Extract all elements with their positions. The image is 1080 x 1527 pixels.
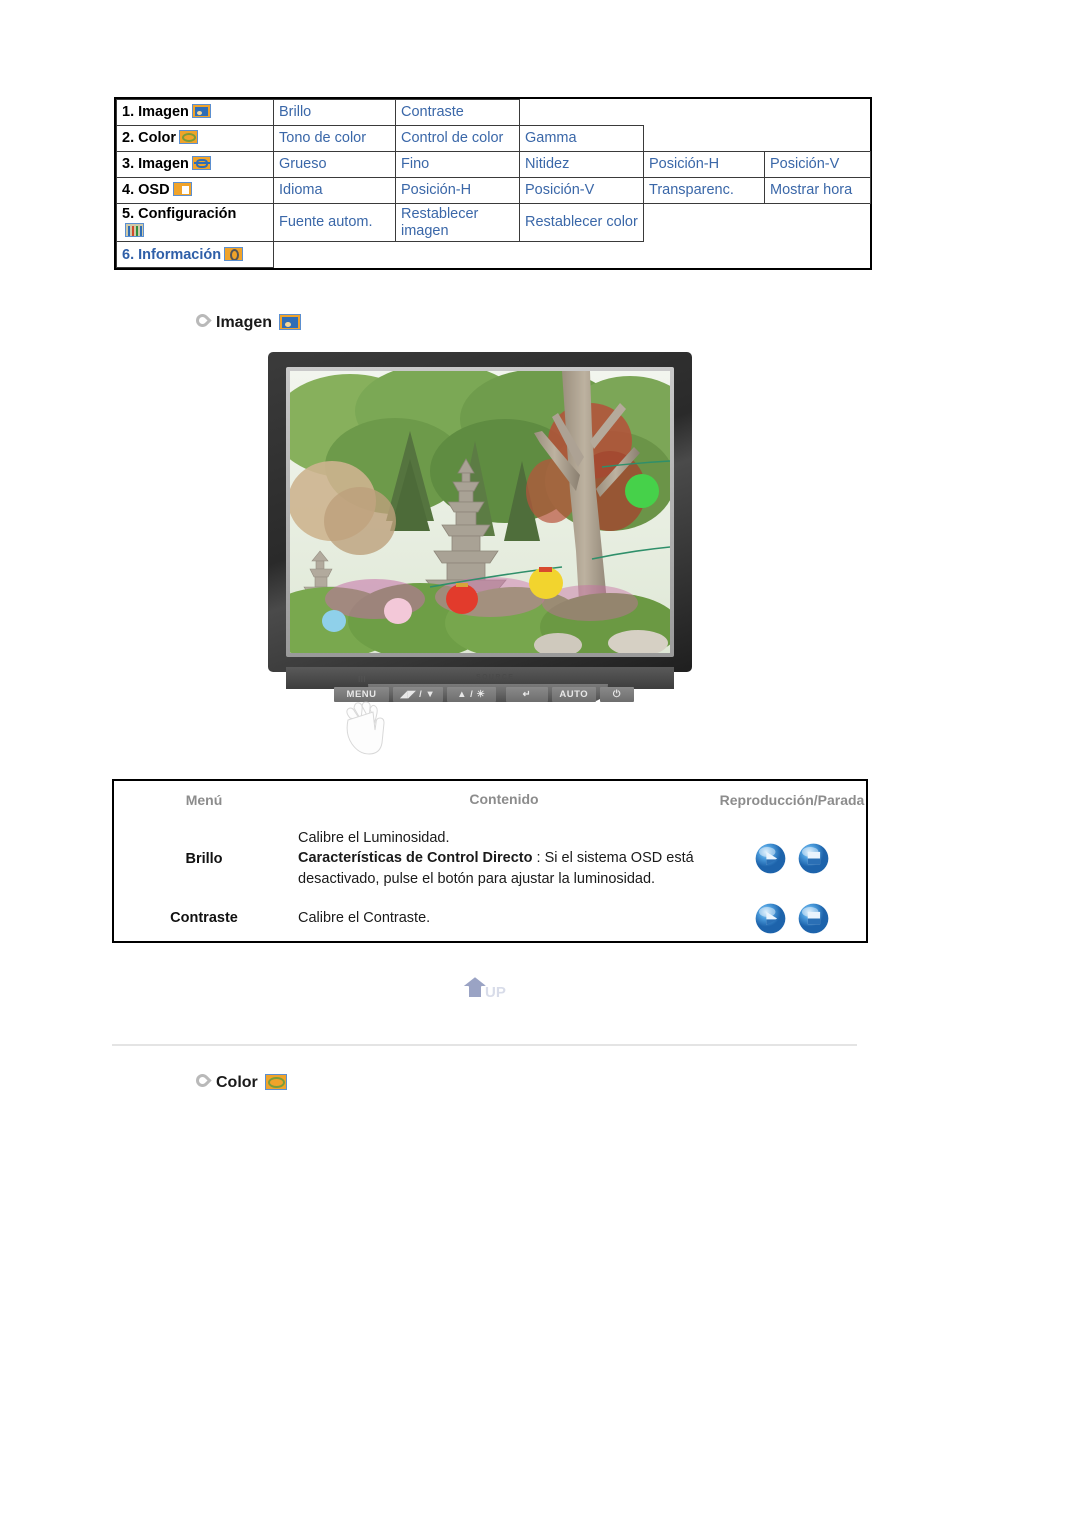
down-button[interactable]: ◢◤ / ▼ [393,686,443,702]
menu-item-idioma[interactable]: Idioma [273,177,396,204]
menu-item-tono-de-color[interactable]: Tono de color [273,125,396,152]
menu-item-posicion-h[interactable]: Posición-H [643,151,765,178]
up-button-label: UP [485,984,506,1001]
up-brightness-button[interactable]: ▲ / ☀ [446,686,496,702]
menu-item-osd-posicion-h[interactable]: Posición-H [395,177,520,204]
empty-cell [520,100,871,126]
menu-tick-marks: III [358,675,367,684]
source-label: SOURCE [476,674,515,681]
menu-label-imagen-3[interactable]: 3. Imagen [116,151,274,178]
content-line-1: Calibre el Contraste. [298,909,431,926]
table-row: Contraste Calibre el Contraste. [114,896,870,941]
osd-icon [172,182,192,197]
menu-label-imagen-1[interactable]: 1. Imagen [116,99,274,126]
menu-detail-table: Menú Contenido Reproducción/Parada Brill… [112,779,868,943]
osd-menu-map-table: 1. Imagen Brillo Contraste 2. Color Tono… [114,97,872,271]
stop-button-icon[interactable] [797,902,830,935]
section-heading-color: Color [193,1071,287,1092]
stop-button-icon[interactable] [797,842,830,875]
source-enter-button[interactable]: ↵ [505,686,548,702]
menu-item-fino[interactable]: Fino [395,151,520,178]
table-row: 5. Configuración Fuente autom. Restablec… [116,202,871,243]
empty-cell [644,126,871,152]
up-arrow-icon: UP [460,975,507,1002]
play-button-icon[interactable] [754,842,787,875]
image-adjust-icon [191,156,211,171]
diamond-bullet-icon [193,311,212,330]
empty-cell [644,204,871,242]
menu-label-text: 2. Color [122,130,176,147]
menu-label-osd[interactable]: 4. OSD [116,177,274,204]
menu-item-grueso[interactable]: Grueso [273,151,396,178]
picture-icon [279,314,302,330]
table-row: 1. Imagen Brillo Contraste [116,99,871,126]
auto-button[interactable]: AUTO [551,686,596,702]
menu-item-nitidez[interactable]: Nitidez [519,151,644,178]
menu-item-contraste[interactable]: Contraste [395,99,520,126]
menu-item-restablecer-color[interactable]: Restablecer color [519,202,644,243]
column-header-reproduccion-parada: Reproducción/Parada [719,791,865,808]
settings-icon [125,222,144,237]
menu-item-transparencia[interactable]: Transparenc. [643,177,765,204]
menu-item-restablecer-imagen[interactable]: Restablecer imagen [395,202,520,243]
table-row: 4. OSD Idioma Posición-H Posición-V Tran… [116,177,871,204]
monitor-screen-image [290,371,670,653]
diamond-bullet-icon [193,1071,212,1090]
menu-label-text: 6. Información [122,246,222,263]
menu-label-configuracion[interactable]: 5. Configuración [116,202,274,243]
menu-item-gamma[interactable]: Gamma [519,125,644,152]
manual-page: 1. Imagen Brillo Contraste 2. Color Tono… [0,0,1080,1527]
up-button[interactable]: UP [457,972,519,1004]
menu-label-text: 3. Imagen [122,156,189,173]
row-buttons-contraste [714,896,870,941]
section-heading-imagen: Imagen [193,311,302,332]
column-header-menu: Menú [185,791,223,808]
color-wheel-icon [178,130,198,145]
menu-label-text: 4. OSD [122,182,170,199]
menu-label-text: 5. Configuración [122,206,237,222]
table-row: 3. Imagen Grueso Fino Nitidez Posición-H… [116,151,871,178]
row-content-contraste: Calibre el Contraste. [294,896,714,941]
menu-item-brillo[interactable]: Brillo [273,99,396,126]
section-title: Color [216,1074,258,1091]
menu-item-control-de-color[interactable]: Control de color [395,125,520,152]
information-icon [224,246,244,261]
menu-label-text: 1. Imagen [122,104,189,121]
empty-cell [274,242,871,268]
row-label-brillo: Brillo [185,850,223,867]
table-row: 2. Color Tono de color Control de color … [116,125,871,152]
play-button-icon[interactable] [754,902,787,935]
color-wheel-icon [264,1074,287,1090]
power-button[interactable]: ⏻ [599,686,634,702]
picture-icon [191,104,211,119]
section-title: Imagen [216,314,273,331]
menu-item-osd-posicion-v[interactable]: Posición-V [519,177,644,204]
table-row: Brillo Calibre el Luminosidad. Caracterí… [114,822,870,896]
row-content-brillo: Calibre el Luminosidad. Características … [294,822,714,896]
section-divider [112,1044,857,1046]
menu-label-informacion[interactable]: 6. Información [116,241,274,269]
table-row: 6. Información [116,241,871,269]
hand-pointer-illustration [346,701,385,755]
row-label-contraste: Contraste [170,910,238,927]
monitor-illustration: III SOURCE MENU ◢◤ / ▼ ▲ / ☀ ↵ AUTO ⏻ [268,352,692,755]
menu-item-mostrar-hora[interactable]: Mostrar hora [764,177,871,204]
row-buttons-brillo [714,822,870,896]
content-bold-phrase: Características de Control Directo [298,850,533,867]
column-header-contenido: Contenido [469,791,539,807]
content-line-1: Calibre el Luminosidad. [298,829,450,846]
table-header-row: Menú Contenido Reproducción/Parada [114,781,870,822]
menu-item-posicion-v[interactable]: Posición-V [764,151,871,178]
menu-item-fuente-autom[interactable]: Fuente autom. [273,202,396,243]
menu-label-color[interactable]: 2. Color [116,125,274,152]
